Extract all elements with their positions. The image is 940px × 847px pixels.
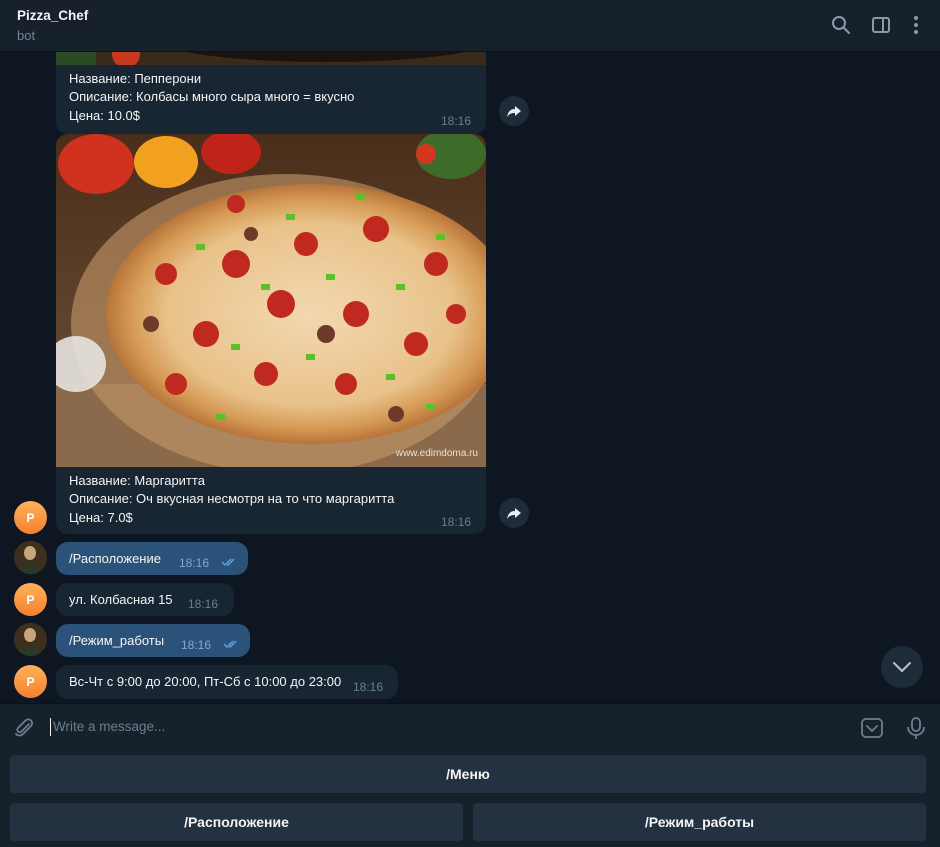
scroll-to-bottom-button[interactable]: [881, 646, 923, 688]
message-input[interactable]: Write a message...: [53, 719, 165, 734]
margarita-message[interactable]: Название: Маргаритта Описание: Оч вкусна…: [56, 467, 486, 534]
message-time: 18:16: [181, 638, 212, 652]
incoming-message[interactable]: Вс-Чт с 9:00 до 20:00, Пт-Сб с 10:00 до …: [56, 665, 398, 699]
attach-icon[interactable]: [12, 716, 36, 740]
message-time: 18:16: [441, 515, 472, 529]
text-caret: [50, 718, 51, 736]
message-time: 18:16: [441, 114, 472, 128]
message-time: 18:16: [353, 680, 384, 694]
pepperoni-message[interactable]: Название: Пепперони Описание: Колбасы мн…: [56, 65, 486, 134]
photo-watermark: www.edimdoma.ru: [395, 448, 478, 459]
margarita-photo[interactable]: www.edimdoma.ru: [56, 134, 486, 467]
read-checkmarks-icon: [221, 558, 235, 567]
user-avatar[interactable]: [14, 623, 47, 656]
chat-header: Pizza_Chef bot: [0, 0, 940, 52]
keyboard-button-menu[interactable]: /Меню: [10, 755, 926, 793]
forward-button[interactable]: [499, 96, 529, 126]
microphone-icon[interactable]: [904, 716, 928, 740]
forward-button[interactable]: [499, 498, 529, 528]
forward-icon: [507, 508, 521, 519]
user-avatar[interactable]: [14, 541, 47, 574]
keyboard-button-location[interactable]: /Расположение: [10, 803, 463, 841]
outgoing-message[interactable]: /Режим_работы 18:16: [56, 624, 250, 657]
chevron-down-icon: [893, 662, 911, 672]
message-composer: Write a message...: [0, 703, 940, 749]
search-icon[interactable]: [830, 14, 852, 36]
sidebar-toggle-icon[interactable]: [870, 14, 892, 36]
bot-avatar[interactable]: P: [14, 665, 47, 698]
forward-icon: [507, 106, 521, 117]
pizza-price: Цена: 7.0$: [69, 510, 133, 525]
message-text: ул. Колбасная 15: [69, 592, 173, 607]
bot-keyboard-icon[interactable]: [860, 716, 884, 740]
pizza-description: Описание: Колбасы много сыра много = вку…: [69, 89, 355, 104]
message-text: Вс-Чт с 9:00 до 20:00, Пт-Сб с 10:00 до …: [69, 674, 342, 689]
read-checkmarks-icon: [223, 640, 237, 649]
chat-subtitle: bot: [17, 28, 36, 43]
user-avatar-image: [14, 623, 47, 656]
more-vertical-icon[interactable]: [905, 14, 927, 36]
chat-title[interactable]: Pizza_Chef: [17, 8, 88, 23]
message-time: 18:16: [188, 597, 219, 611]
bot-avatar[interactable]: P: [14, 501, 47, 534]
message-list[interactable]: Название: Пепперони Описание: Колбасы мн…: [0, 52, 940, 703]
pizza-description: Описание: Оч вкусная несмотря на то что …: [69, 491, 395, 506]
reply-keyboard: /Меню /Расположение /Режим_работы: [0, 749, 940, 847]
outgoing-message[interactable]: /Расположение 18:16: [56, 542, 248, 575]
incoming-message[interactable]: ул. Колбасная 15 18:16: [56, 583, 234, 616]
bot-avatar[interactable]: P: [14, 583, 47, 616]
user-avatar-image: [14, 541, 47, 574]
keyboard-button-hours[interactable]: /Режим_работы: [473, 803, 926, 841]
pizza-name: Название: Маргаритта: [69, 473, 205, 488]
pepperoni-photo[interactable]: [56, 52, 486, 65]
message-text: /Режим_работы: [69, 633, 165, 648]
message-time: 18:16: [179, 556, 210, 570]
pizza-price: Цена: 10.0$: [69, 108, 141, 123]
message-text: /Расположение: [69, 551, 161, 566]
pizza-name: Название: Пепперони: [69, 71, 202, 86]
